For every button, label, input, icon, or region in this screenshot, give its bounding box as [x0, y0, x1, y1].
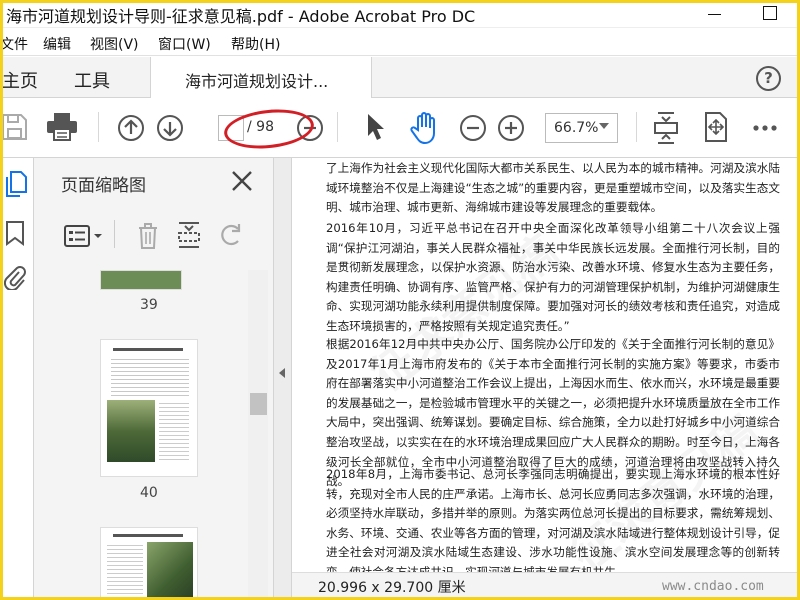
chevron-down-icon [599, 123, 609, 129]
toolbar-divider [98, 112, 99, 142]
left-rail [0, 158, 34, 600]
zoom-out-button-icon[interactable] [459, 114, 487, 142]
menu-file[interactable]: 文件 [0, 34, 28, 54]
thumbnail-image [107, 400, 155, 462]
bookmark-icon[interactable] [4, 220, 26, 246]
status-bar: 20.996 x 29.700 厘米 www.cndao.com [292, 572, 800, 600]
paragraph: 2018年8月，上海市委书记、总河长李强同志明确提出，要实现上海水环境的根本性好… [326, 467, 780, 579]
zoom-out-icon[interactable] [296, 114, 324, 142]
thumbnail-page-number: 39 [140, 297, 158, 313]
toolbar-divider [337, 112, 338, 142]
full-screen-icon[interactable] [702, 112, 730, 142]
panel-title: 页面缩略图 [61, 176, 146, 196]
next-page-icon[interactable] [156, 114, 184, 142]
menu-bar: 文件 编辑 视图(V) 窗口(W) 帮助(H) [0, 28, 800, 56]
previous-page-icon[interactable] [117, 114, 145, 142]
zoom-select[interactable]: 66.7% [545, 113, 618, 143]
thumbnail-scrollbar[interactable] [248, 270, 268, 600]
delete-icon[interactable] [137, 222, 159, 250]
paragraph: 2016年10月，习近平总书记在召开中央全面深化改革领导小组第二十八次会议上强调… [326, 221, 780, 333]
fit-page-icon[interactable] [652, 110, 680, 146]
zoom-value: 66.7% [554, 120, 599, 136]
zoom-in-icon[interactable] [497, 114, 525, 142]
window-title: 海市河道规划设计导则-征求意见稿.pdf - Adobe Acrobat Pro… [6, 7, 476, 26]
close-icon[interactable] [231, 170, 253, 192]
hand-tool-icon[interactable] [410, 110, 440, 144]
extract-pages-icon[interactable] [176, 220, 202, 250]
thumbnail-options-icon[interactable] [64, 224, 104, 248]
menu-help[interactable]: 帮助(H) [231, 34, 280, 54]
page-total: / 98 [247, 119, 274, 135]
page-thumbnail[interactable] [100, 270, 182, 290]
page-thumbnails-icon[interactable] [4, 170, 28, 198]
tab-document[interactable]: 海市河道规划设计... [150, 57, 372, 99]
save-icon[interactable] [2, 112, 28, 142]
tab-home[interactable]: 主页 [2, 67, 38, 93]
page-thumbnail-selected[interactable] [100, 339, 198, 477]
menu-edit[interactable]: 编辑 [43, 34, 71, 54]
toolbar-divider [636, 112, 637, 142]
tab-bar: 主页 工具 海市河道规划设计... ? [0, 57, 800, 99]
minimize-button[interactable] [705, 3, 725, 23]
attachment-icon[interactable] [3, 264, 27, 290]
scrollbar-thumb[interactable] [250, 393, 267, 415]
panel-divider [114, 220, 115, 248]
thumbnail-image [147, 542, 193, 599]
menu-view[interactable]: 视图(V) [90, 34, 139, 54]
toolbar [0, 98, 800, 158]
thumbnail-page-number: 40 [140, 485, 158, 501]
menu-window[interactable]: 窗口(W) [158, 34, 211, 54]
paragraph: 了上海作为社会主义现代化国际大都市关系民生、以人民为本的城市精神。河湖及滨水陆域… [326, 161, 780, 215]
rotate-icon[interactable] [218, 222, 244, 248]
panel-collapse-handle[interactable] [274, 158, 292, 600]
document-view[interactable]: 征求意见稿 征求意见稿 了上海作为社会主义现代化国际大都市关系民生、以人民为本的… [292, 158, 800, 600]
page-number-input[interactable] [218, 115, 244, 141]
title-bar: 海市河道规划设计导则-征求意见稿.pdf - Adobe Acrobat Pro… [0, 0, 800, 28]
help-icon[interactable]: ? [756, 66, 781, 91]
document-tab-label: 海市河道规划设计... [185, 72, 329, 91]
page-thumbnail[interactable] [100, 527, 198, 600]
page-dimensions: 20.996 x 29.700 厘米 [318, 580, 466, 596]
select-cursor-icon[interactable] [364, 112, 386, 142]
thumbnail-image [101, 271, 181, 289]
maximize-button[interactable] [760, 3, 780, 23]
panel-toolbar [34, 214, 274, 258]
more-options-icon[interactable] [752, 124, 778, 132]
collapse-arrow-icon [279, 368, 285, 378]
print-icon[interactable] [46, 112, 78, 142]
site-watermark: www.cndao.com [662, 579, 764, 594]
tab-tools[interactable]: 工具 [74, 67, 110, 93]
